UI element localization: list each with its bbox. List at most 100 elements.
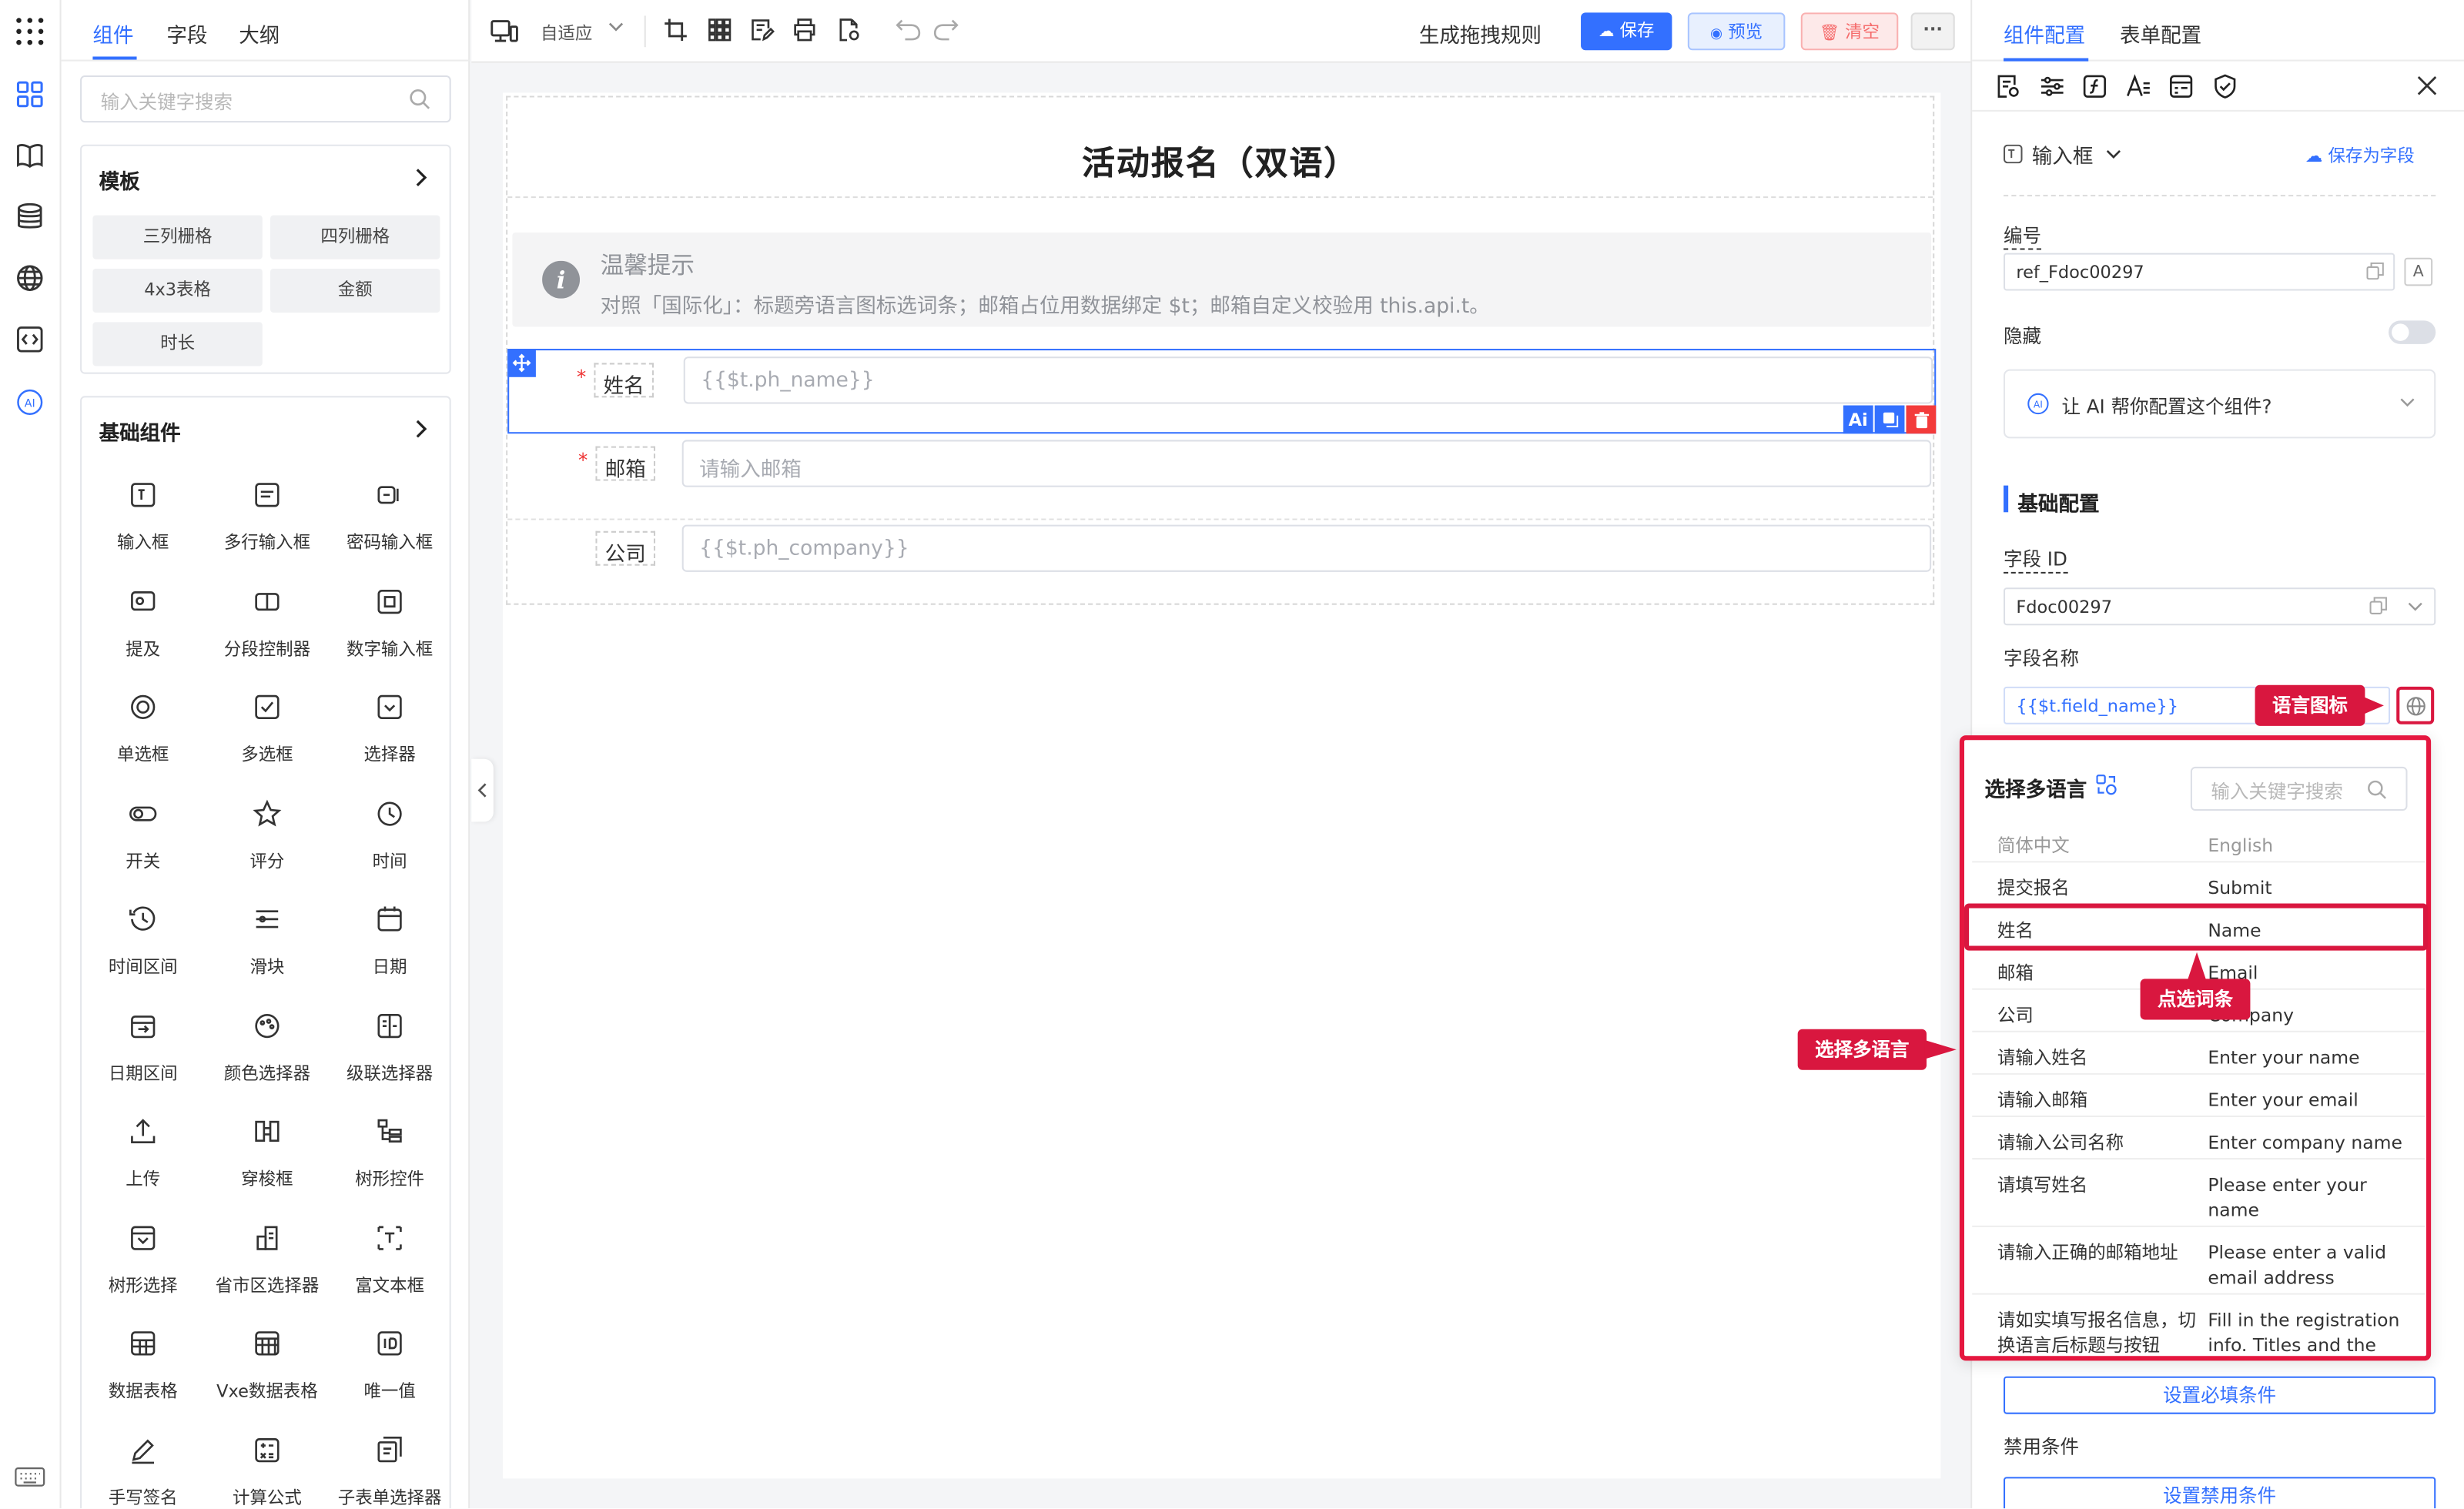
grid-icon[interactable] [707, 17, 732, 42]
formula-icon[interactable] [2082, 74, 2107, 99]
component-item[interactable]: 穿梭框 [206, 1116, 328, 1191]
sliders-icon[interactable] [2040, 74, 2065, 99]
scrollbar-indicator[interactable]: ⋮ [2423, 992, 2426, 1005]
chevron-down-icon[interactable] [2408, 602, 2423, 613]
file-settings-icon[interactable] [836, 17, 862, 42]
event-icon[interactable] [2168, 74, 2194, 99]
component-item[interactable]: 提及 [82, 585, 204, 661]
field-id-select[interactable]: Fdoc00297 [2004, 587, 2436, 626]
set-required-condition-button[interactable]: 设置必填条件 [2004, 1376, 2436, 1414]
component-item[interactable]: 省市区选择器 [206, 1222, 328, 1297]
set-disabled-condition-button[interactable]: 设置禁用条件 [2004, 1477, 2436, 1509]
components-icon[interactable] [14, 79, 45, 110]
component-search-input[interactable]: 输入关键字搜索 [80, 75, 451, 123]
component-type-select[interactable]: 输入框 [2032, 140, 2094, 170]
save-button[interactable]: ☁ 保存 [1581, 12, 1672, 51]
i18n-entry-row[interactable]: 请输入公司名称 Enter company name [1972, 1117, 2425, 1160]
props-icon[interactable] [1996, 74, 2021, 99]
i18n-entry-row[interactable]: 请如实填写报名信息，切换语言后标题与按钮 Fill in the registra… [1972, 1295, 2425, 1357]
hidden-toggle[interactable] [2389, 320, 2436, 344]
component-item[interactable]: 密码输入框 [329, 479, 451, 554]
chevron-right-icon[interactable] [415, 168, 427, 186]
component-item[interactable]: 滑块 [206, 903, 328, 979]
more-button[interactable]: ··· [1910, 12, 1955, 51]
email-input[interactable]: 请输入邮箱 [681, 440, 1932, 487]
delete-icon[interactable] [1906, 405, 1937, 434]
tab-outline[interactable]: 大纲 [239, 18, 280, 49]
drag-handle-icon[interactable] [507, 349, 536, 377]
device-icon[interactable] [490, 18, 519, 44]
layout-select[interactable]: 自适应 [541, 21, 592, 46]
close-icon[interactable] [2417, 75, 2438, 96]
i18n-entry-row[interactable]: 请输入邮箱 Enter your email [1972, 1075, 2425, 1118]
tab-fields[interactable]: 字段 [166, 18, 207, 49]
redo-icon[interactable] [933, 18, 959, 41]
generate-drag-rule-link[interactable]: 生成拖拽规则 [1419, 18, 1542, 49]
component-item[interactable]: 富文本框 [329, 1222, 451, 1297]
form-title[interactable]: 活动报名（双语） [507, 139, 1933, 186]
i18n-search-input[interactable]: 输入关键字搜索 [2190, 766, 2408, 811]
component-item[interactable]: 多行输入框 [206, 479, 328, 554]
component-item[interactable]: 多选框 [206, 691, 328, 767]
apps-grid-icon[interactable] [14, 15, 45, 47]
component-item[interactable]: 手写签名 [82, 1434, 204, 1508]
component-item[interactable]: 单选框 [82, 691, 204, 767]
translate-icon[interactable] [2096, 775, 2117, 795]
font-icon[interactable]: A [2404, 257, 2433, 286]
copy-icon[interactable] [1874, 405, 1905, 434]
preview-button[interactable]: ◉ 预览 [1687, 12, 1786, 51]
form-item-name[interactable]: * 姓名 {{$t.ph_name}} Ai [507, 349, 1937, 434]
component-item[interactable]: 时间 [329, 798, 451, 873]
component-item[interactable]: 树形选择 [82, 1222, 204, 1297]
component-item[interactable]: 计算公式 [206, 1434, 328, 1508]
template-table[interactable]: 4x3表格 [92, 268, 263, 313]
ai-config-collapse[interactable]: AI 让 AI 帮你配置这个组件? [2004, 369, 2436, 439]
book-icon[interactable] [14, 140, 45, 172]
globe-icon[interactable] [14, 263, 45, 294]
i18n-entry-row[interactable]: 提交报名 Submit [1972, 862, 2425, 905]
ai-icon[interactable]: AI [14, 386, 45, 418]
name-input[interactable]: {{$t.ph_name}} [683, 356, 1933, 404]
form-item-email[interactable]: * 邮箱 请输入邮箱 [507, 437, 1936, 521]
component-item[interactable]: 分段控制器 [206, 585, 328, 661]
database-icon[interactable] [14, 201, 45, 233]
i18n-entry-row[interactable]: 请输入姓名 Enter your name [1972, 1032, 2425, 1075]
code-icon[interactable] [14, 323, 45, 355]
keyboard-icon[interactable] [14, 1461, 45, 1493]
component-item[interactable]: Vxe数据表格 [206, 1327, 328, 1403]
component-item[interactable]: 输入框 [82, 479, 204, 554]
component-item[interactable]: 上传 [82, 1116, 204, 1191]
component-item[interactable]: 时间区间 [82, 903, 204, 979]
company-input[interactable]: {{$t.ph_company}} [681, 524, 1932, 572]
component-item[interactable]: 唯一值 [329, 1327, 451, 1403]
i18n-entry-row[interactable]: 请填写姓名 Please enter your name [1972, 1159, 2425, 1227]
component-item[interactable]: 开关 [82, 798, 204, 873]
chevron-right-icon[interactable] [415, 420, 427, 438]
template-three-col[interactable]: 三列栅格 [92, 215, 263, 259]
component-item[interactable]: 选择器 [329, 691, 451, 767]
edit-doc-icon[interactable] [749, 17, 775, 42]
copy-icon[interactable] [2369, 597, 2387, 614]
field-label-email[interactable]: 邮箱 [595, 446, 656, 483]
component-item[interactable]: 数字输入框 [329, 585, 451, 661]
field-label-company[interactable]: 公司 [595, 530, 656, 567]
ai-badge[interactable]: Ai [1843, 405, 1873, 434]
component-item[interactable]: 级联选择器 [329, 1009, 451, 1085]
form-item-company[interactable]: 公司 {{$t.ph_company}} [507, 522, 1936, 607]
template-duration[interactable]: 时长 [92, 322, 263, 366]
tab-component-config[interactable]: 组件配置 [2004, 18, 2085, 49]
component-item[interactable]: 日期 [329, 903, 451, 979]
component-item[interactable]: 评分 [206, 798, 328, 873]
undo-icon[interactable] [896, 18, 921, 41]
print-icon[interactable] [792, 17, 818, 42]
ref-id-input[interactable]: ref_Fdoc00297 [2004, 253, 2395, 291]
component-item[interactable]: 颜色选择器 [206, 1009, 328, 1085]
copy-icon[interactable] [2366, 262, 2384, 280]
language-globe-icon[interactable] [2396, 686, 2435, 724]
template-amount[interactable]: 金额 [270, 268, 440, 313]
component-item[interactable]: 日期区间 [82, 1009, 204, 1085]
shield-icon[interactable] [2212, 74, 2238, 99]
tab-components[interactable]: 组件 [92, 18, 133, 49]
component-item[interactable]: 子表单选择器 [329, 1434, 451, 1508]
collapse-panel-handle[interactable] [471, 758, 494, 822]
